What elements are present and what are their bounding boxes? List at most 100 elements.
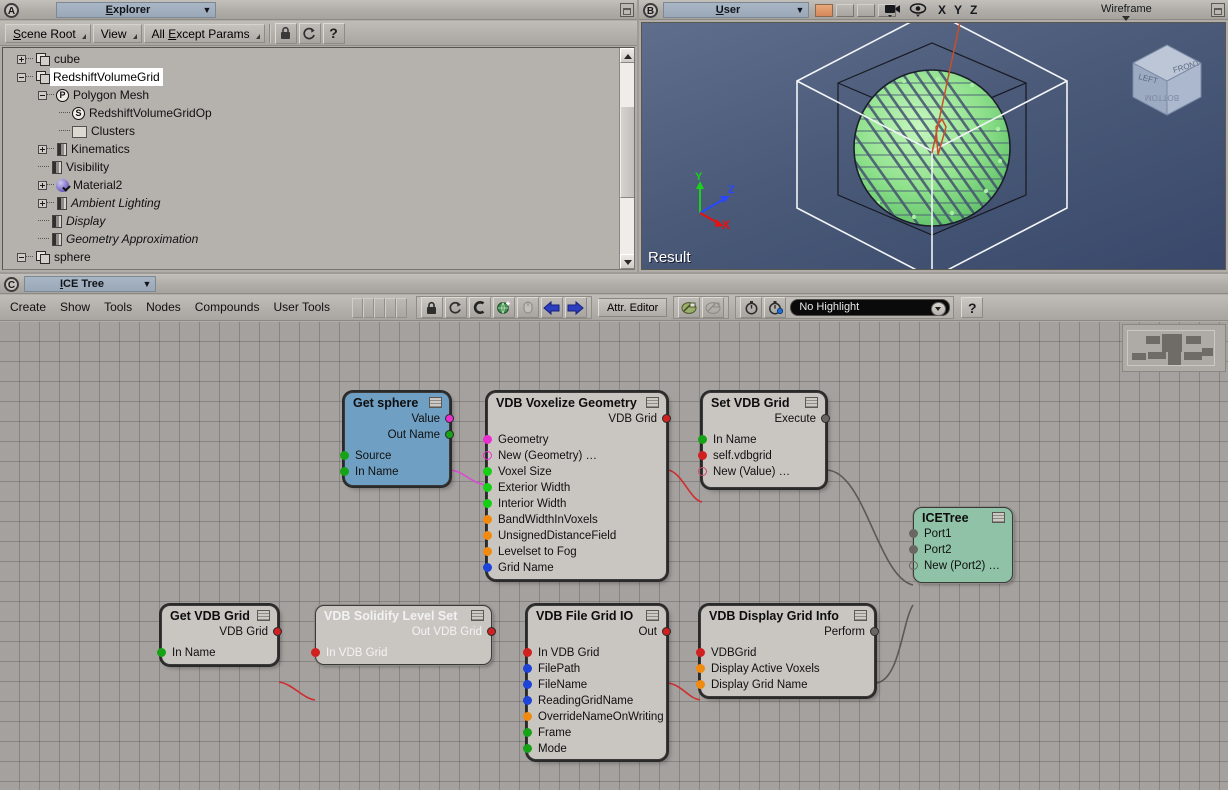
icetree-view-selector[interactable]: ICE Tree ▼ [24,276,156,292]
node-output-row[interactable]: Execute [703,411,830,427]
eye-icon[interactable] [909,2,927,20]
tree-row[interactable]: Display [3,212,618,230]
node-input-row[interactable]: Geometry [483,432,666,448]
graph-node-get-vdb-grid[interactable]: Get VDB Grid VDB Grid In Name [157,605,282,665]
help-icon[interactable]: ? [322,22,345,44]
expand-icon[interactable] [17,54,26,64]
attr-editor-button[interactable]: Attr. Editor [597,298,668,317]
expand-icon[interactable] [38,180,47,190]
render-region-off-icon[interactable] [702,297,725,318]
node-input-row[interactable]: VDBGrid [696,645,874,661]
tree-item-label[interactable]: RedshiftVolumeGridOp [85,104,212,122]
tree-row[interactable]: Geometry Approximation [3,230,618,248]
collapse-icon[interactable] [38,90,47,100]
output-port[interactable] [870,627,879,636]
toolbar-blank-2[interactable] [362,297,374,318]
node-input-row[interactable]: self.vdbgrid [698,448,825,464]
output-port[interactable] [273,627,282,636]
center-icon[interactable] [468,297,491,318]
tree-item-label[interactable]: Visibility [62,158,109,176]
menu-nodes[interactable]: Nodes [139,296,188,319]
node-input-row[interactable]: In Name [340,464,449,480]
viewport-canvas[interactable]: Y Z X LEFT FRONT BOTTOM Result [641,22,1226,270]
tree-row[interactable]: P Polygon Mesh [3,86,618,104]
input-port[interactable] [483,515,492,524]
expand-icon[interactable] [38,144,47,154]
output-port[interactable] [445,414,454,423]
graph-node-vdb-solidify-level-set[interactable]: VDB Solidify Level Set Out VDB Grid In VDB… [311,605,496,665]
output-port[interactable] [821,414,830,423]
scene-root-button[interactable]: Scene Root [5,23,91,43]
menu-compounds[interactable]: Compounds [188,296,267,319]
input-port[interactable] [523,664,532,673]
node-output-row[interactable]: Value [345,411,454,427]
input-port[interactable] [523,728,532,737]
node-menu-icon[interactable] [646,397,659,408]
refresh-icon[interactable] [444,297,467,318]
graph-node-vdb-display-grid-info[interactable]: VDB Display Grid Info Perform VDBGrid Displ… [696,605,879,697]
node-input-row[interactable]: New (Port2) … [909,558,1012,574]
node-menu-icon[interactable] [854,610,867,621]
scroll-thumb[interactable] [620,106,634,198]
axis-toggles[interactable]: X Y Z [934,3,981,17]
tree-item-label[interactable]: Material2 [69,176,122,194]
tree-row[interactable]: S RedshiftVolumeGridOp [3,104,618,122]
axis-y-toggle[interactable]: Y [954,3,962,17]
node-output-row[interactable]: Perform [701,624,879,640]
tree-row[interactable]: Kinematics [3,140,618,158]
output-port[interactable] [487,627,496,636]
input-port[interactable] [696,664,705,673]
node-menu-icon[interactable] [646,610,659,621]
node-menu-icon[interactable] [992,512,1005,523]
node-menu-icon[interactable] [257,610,270,621]
toolbar-slider-group[interactable] [349,297,410,318]
input-port[interactable] [909,545,918,554]
expand-icon[interactable] [38,198,47,208]
viewport-camera-selector[interactable]: User ▼ [663,2,809,18]
input-port[interactable] [483,531,492,540]
tree-row[interactable]: RedshiftVolumeGrid [3,68,618,86]
input-port[interactable] [696,680,705,689]
input-port[interactable] [483,499,492,508]
input-port[interactable] [523,680,532,689]
graph-node-get-sphere[interactable]: Get sphere Value Out Name Source In Name [340,392,454,486]
input-port[interactable] [483,547,492,556]
node-output-row[interactable]: Out Name [345,427,454,443]
explorer-tree[interactable]: cube RedshiftVolumeGrid P Polygon Mesh S Reds… [2,47,635,270]
node-input-row[interactable]: In Name [698,432,825,448]
menu-create[interactable]: Create [3,296,53,319]
display-mode-button-2[interactable] [836,4,854,17]
tree-row[interactable]: Ambient Lighting [3,194,618,212]
menu-show[interactable]: Show [53,296,97,319]
lock-icon[interactable] [274,22,297,44]
tree-item-label[interactable]: RedshiftVolumeGrid [50,68,163,86]
node-input-row[interactable]: New (Geometry) … [483,448,666,464]
menu-tools[interactable]: Tools [97,296,139,319]
graph-node-vdb-voxelize-geometry[interactable]: VDB Voxelize Geometry VDB Grid Geometry New… [483,392,671,580]
output-port[interactable] [662,414,671,423]
input-port[interactable] [483,563,492,572]
input-port[interactable] [340,451,349,460]
node-menu-icon[interactable] [471,610,484,621]
input-port[interactable] [523,696,532,705]
output-port[interactable] [662,627,671,636]
input-port[interactable] [696,648,705,657]
input-port[interactable] [523,648,532,657]
node-menu-icon[interactable] [805,397,818,408]
collapse-icon[interactable] [17,252,26,262]
tree-item-label[interactable]: cube [50,50,80,68]
tree-item-label[interactable]: sphere [50,248,91,266]
highlight-dropdown[interactable]: No Highlight [790,299,951,316]
node-input-row[interactable]: Exterior Width [483,480,666,496]
mouse-icon[interactable] [516,297,539,318]
tree-item-label[interactable]: Ambient Lighting [67,194,160,212]
tree-item-label[interactable]: Kinematics [67,140,130,158]
render-region-icon[interactable] [678,297,701,318]
node-input-row[interactable]: Interior Width [483,496,666,512]
navigation-cube[interactable]: LEFT FRONT BOTTOM [1119,27,1219,125]
input-port[interactable] [523,712,532,721]
node-output-row[interactable]: Out VDB Grid [316,624,496,640]
node-input-row[interactable]: UnsignedDistanceField [483,528,666,544]
viewport-maximize-button[interactable] [1211,3,1225,17]
node-menu-icon[interactable] [429,397,442,408]
